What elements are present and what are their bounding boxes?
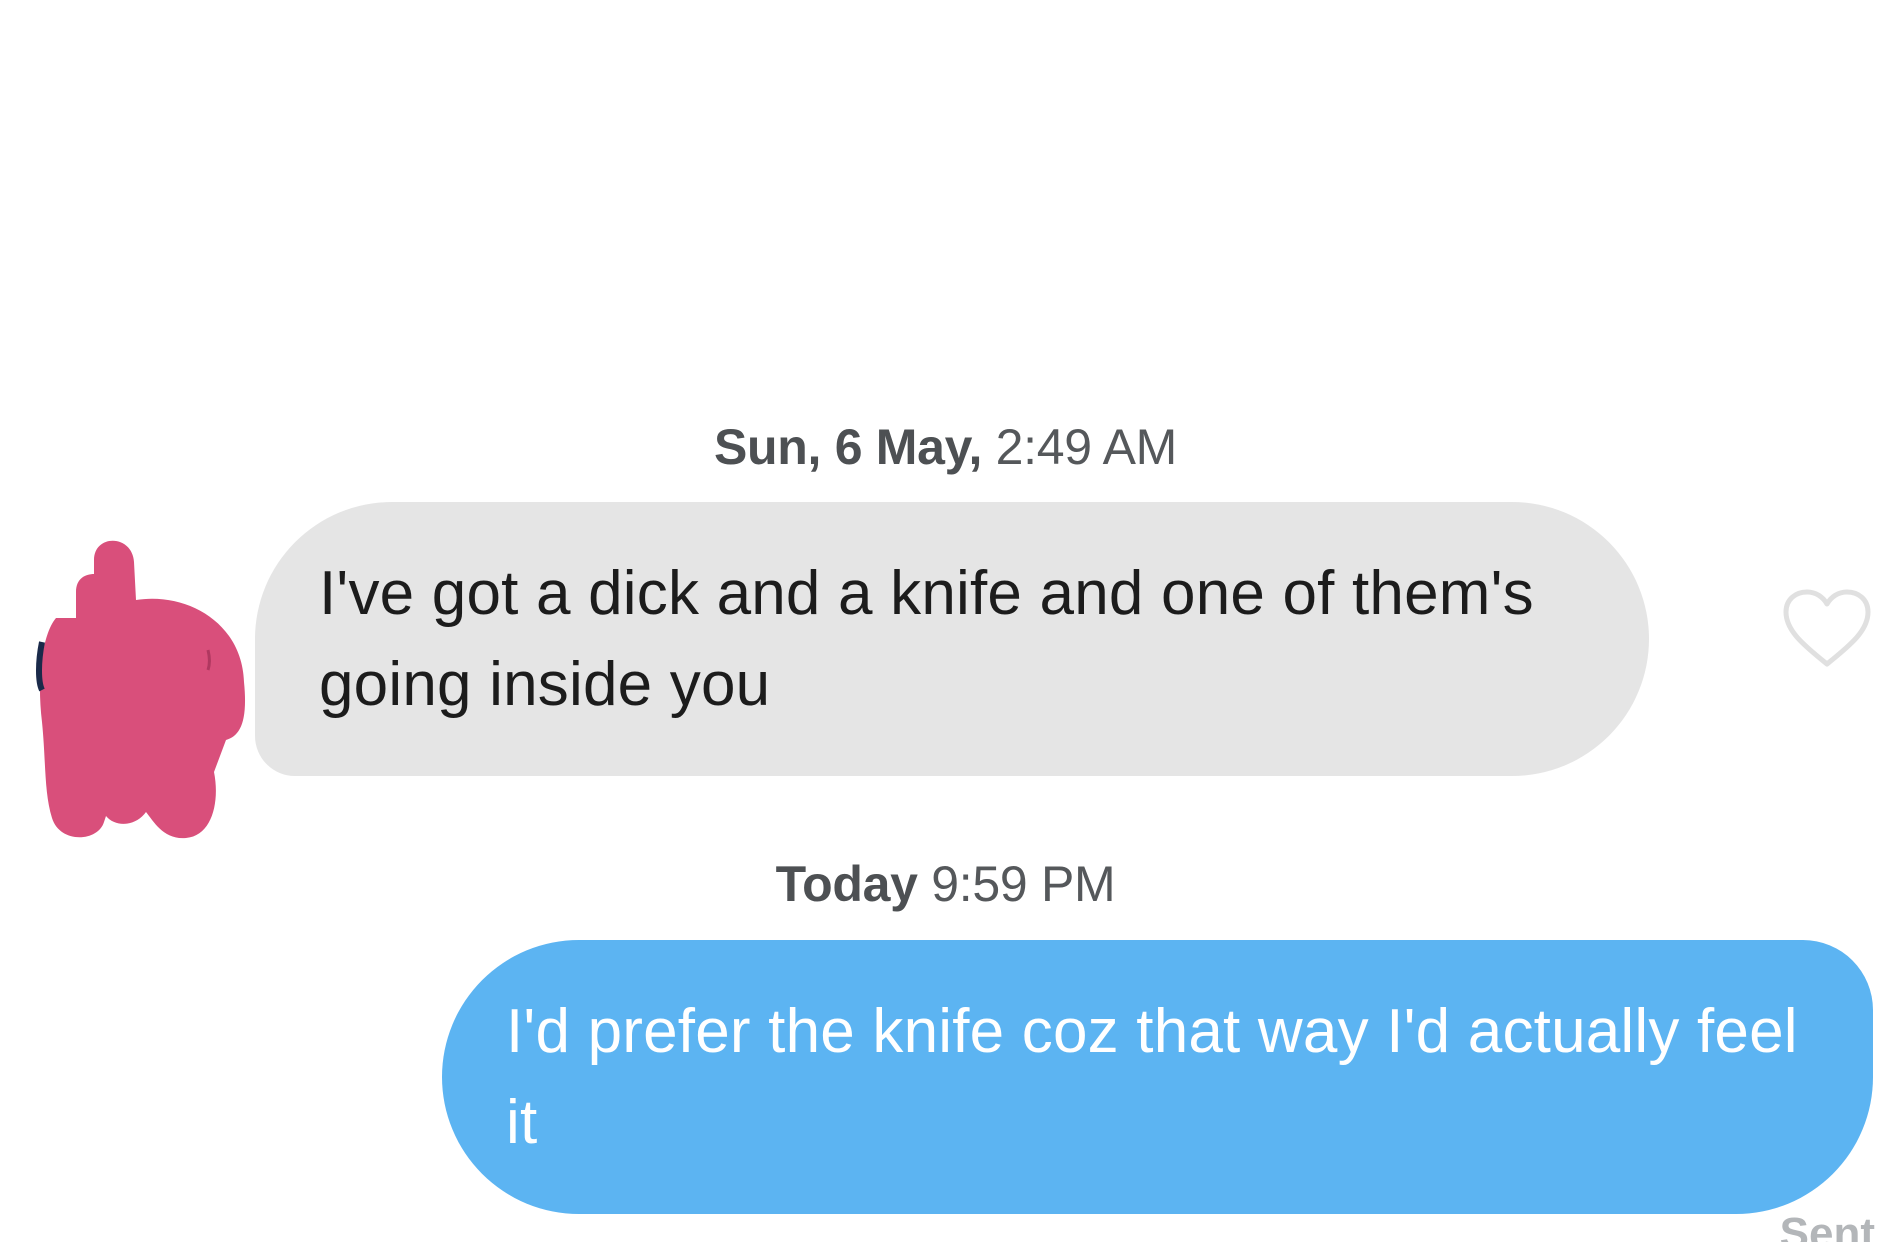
chat-thread: Sun, 6 May, 2:49 AM I've got a dick and …: [0, 0, 1903, 1242]
timestamp-time: 9:59 PM: [931, 856, 1116, 912]
heart-outline-icon: [1783, 589, 1871, 667]
timestamp-day: Sun, 6 May,: [713, 419, 983, 475]
message-timestamp: Sun, 6 May, 2:49 AM: [0, 418, 1897, 476]
avatar-redaction-icon: [36, 540, 246, 839]
avatar[interactable]: [36, 522, 252, 846]
message-timestamp: Today 9:59 PM: [0, 855, 1897, 913]
sent-message-bubble[interactable]: I'd prefer the knife coz that way I'd ac…: [442, 940, 1873, 1214]
timestamp-day: Today: [775, 856, 918, 912]
timestamp-time: 2:49 AM: [995, 419, 1178, 475]
sent-message-text: I'd prefer the knife coz that way I'd ac…: [506, 997, 1798, 1157]
like-button[interactable]: [1782, 588, 1872, 670]
received-message-bubble[interactable]: I've got a dick and a knife and one of t…: [255, 502, 1649, 776]
sent-status: Sent: [1779, 1209, 1875, 1242]
received-message-text: I've got a dick and a knife and one of t…: [319, 559, 1534, 719]
